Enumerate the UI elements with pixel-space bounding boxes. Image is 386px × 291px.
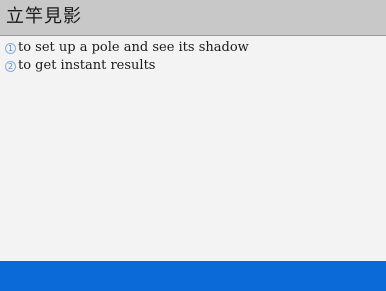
dictionary-window: 立竿見影 1 to set up a pole and see its shad… — [0, 0, 386, 291]
definition-text: to set up a pole and see its shadow — [18, 40, 249, 55]
circled-number-1-icon: 1 — [5, 42, 16, 54]
definition-pane[interactable]: 1 to set up a pole and see its shadow 2 … — [0, 36, 386, 261]
circled-number-2-icon: 2 — [5, 60, 16, 72]
status-bar — [0, 261, 386, 291]
title-bar: 立竿見影 — [0, 0, 386, 36]
definition-item-2: 2 to get instant results — [5, 57, 155, 75]
entry-headword: 立竿見影 — [6, 6, 82, 27]
definition-item-1: 1 to set up a pole and see its shadow — [5, 39, 249, 57]
definition-text: to get instant results — [18, 58, 156, 73]
